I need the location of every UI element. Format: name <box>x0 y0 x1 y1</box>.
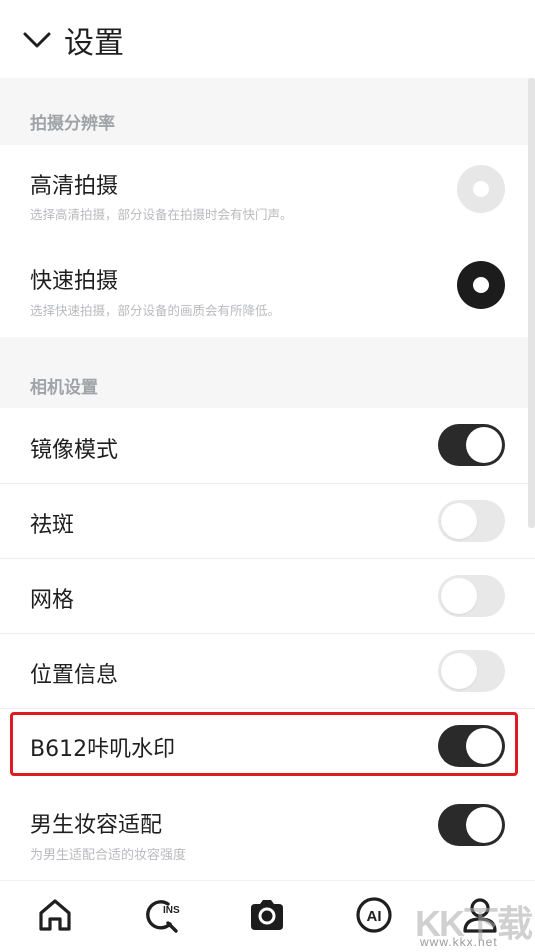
setting-label: 镜像模式 <box>30 438 119 463</box>
chevron-down-icon[interactable] <box>22 26 52 52</box>
bottom-tab-bar: INS AI <box>0 880 535 952</box>
section-header-resolution: 拍摄分辨率 <box>0 78 535 145</box>
option-fast-capture[interactable]: 快速拍摄 选择快速拍摄，部分设备的画质会有所降低。 <box>0 241 535 337</box>
section-header-camera: 相机设置 <box>0 337 535 408</box>
section-title: 相机设置 <box>30 378 98 398</box>
setting-label: 位置信息 <box>30 663 119 688</box>
section-title: 拍摄分辨率 <box>30 114 115 134</box>
b612-watermark-toggle[interactable] <box>438 725 505 767</box>
setting-description: 为男生适配合适的妆容强度 <box>30 848 187 863</box>
ai-label: AI <box>367 908 382 925</box>
scrollbar[interactable] <box>528 78 535 528</box>
fast-capture-radio[interactable] <box>457 261 505 309</box>
setting-label: B612咔叽水印 <box>30 737 176 762</box>
setting-label: 网格 <box>30 588 75 613</box>
option-description: 选择快速拍摄，部分设备的画质会有所降低。 <box>30 303 281 318</box>
profile-icon[interactable] <box>460 895 500 935</box>
grid-toggle[interactable] <box>438 575 505 617</box>
setting-b612-watermark[interactable]: B612咔叽水印 <box>0 709 535 783</box>
option-label: 高清拍摄 <box>30 174 119 199</box>
location-info-toggle[interactable] <box>438 650 505 692</box>
ai-icon[interactable]: AI <box>354 895 394 935</box>
option-description: 选择高清拍摄，部分设备在拍摄时会有快门声。 <box>30 207 293 222</box>
freckle-removal-toggle[interactable] <box>438 500 505 542</box>
ins-search-icon[interactable]: INS <box>142 895 186 935</box>
setting-location-info[interactable]: 位置信息 <box>0 634 535 708</box>
setting-male-makeup[interactable]: 男生妆容适配 为男生适配合适的妆容强度 <box>0 784 535 879</box>
page-title: 设置 <box>64 26 124 61</box>
male-makeup-toggle[interactable] <box>438 804 505 846</box>
home-icon[interactable] <box>35 895 75 935</box>
hd-capture-radio[interactable] <box>457 165 505 213</box>
setting-label: 男生妆容适配 <box>30 813 163 838</box>
camera-icon[interactable] <box>247 895 287 935</box>
setting-grid[interactable]: 网格 <box>0 559 535 633</box>
option-hd-capture[interactable]: 高清拍摄 选择高清拍摄，部分设备在拍摄时会有快门声。 <box>0 145 535 241</box>
setting-label: 祛斑 <box>30 513 75 538</box>
setting-mirror-mode[interactable]: 镜像模式 <box>0 408 535 483</box>
ins-label: INS <box>163 905 180 916</box>
setting-freckle-removal[interactable]: 祛斑 <box>0 484 535 558</box>
option-label: 快速拍摄 <box>30 269 119 294</box>
header-bar: 设置 <box>0 0 535 78</box>
mirror-mode-toggle[interactable] <box>438 424 505 466</box>
